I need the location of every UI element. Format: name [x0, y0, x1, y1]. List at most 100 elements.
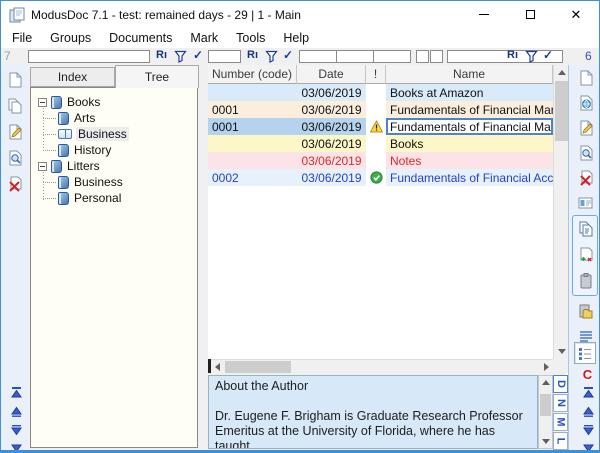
memo-panel[interactable]: About the Author Dr. Eugene F. Brigham i… — [208, 375, 538, 449]
apply-filter-icon[interactable]: ✓ — [283, 48, 293, 62]
detail-view-button[interactable] — [574, 342, 596, 364]
table-row[interactable]: 03/06/2019 Books — [208, 135, 553, 152]
column-header-name[interactable]: Name — [386, 65, 553, 84]
cell-name-editing[interactable]: Fundamentals of Financial Mana — [386, 118, 553, 135]
date-filter-month-input[interactable] — [336, 50, 374, 63]
paste-button[interactable] — [575, 301, 596, 322]
memo-tab-l[interactable]: L — [553, 432, 568, 450]
card-view-button[interactable] — [575, 192, 596, 213]
new-record-button[interactable] — [575, 67, 596, 88]
cut-record-button[interactable] — [575, 244, 596, 265]
collapse-icon[interactable] — [38, 98, 47, 107]
splitter-grip[interactable] — [208, 359, 211, 373]
column-header-date[interactable]: Date — [297, 65, 366, 84]
menu-documents[interactable]: Documents — [100, 29, 181, 47]
record-filter-button-3[interactable]: Rı — [507, 49, 518, 61]
cell-number[interactable]: 0001 — [208, 101, 297, 118]
table-hscrollbar[interactable] — [208, 359, 553, 373]
copy-record-button[interactable] — [575, 218, 596, 239]
tree-item-business-selected[interactable]: Business — [31, 126, 197, 142]
table-row-selected[interactable]: 0001 03/06/2019 Fundamentals of Financia… — [208, 118, 553, 135]
vscroll-thumb[interactable] — [540, 394, 551, 416]
tree-item-arts[interactable]: Arts — [31, 110, 197, 126]
menu-mark[interactable]: Mark — [181, 29, 227, 47]
apply-filter-icon[interactable]: ✓ — [543, 48, 553, 62]
cell-name[interactable]: Books at Amazon — [386, 84, 553, 101]
memo-tab-m[interactable]: M — [553, 413, 568, 431]
hscroll-thumb[interactable] — [225, 361, 291, 373]
tree-filter-input[interactable] — [28, 50, 150, 63]
cell-date[interactable]: 03/06/2019 — [297, 135, 366, 152]
vscroll-thumb[interactable] — [555, 81, 568, 141]
scroll-down-button[interactable] — [539, 435, 552, 448]
funnel-icon[interactable] — [265, 50, 278, 63]
funnel-icon[interactable] — [525, 50, 538, 63]
date-filter-year-input[interactable] — [373, 50, 411, 63]
cell-number[interactable]: 0001 — [208, 118, 297, 135]
scroll-right-button[interactable] — [540, 360, 553, 374]
table-row[interactable]: 0002 03/06/2019 Fundamentals of Financia… — [208, 169, 553, 186]
tree-item-personal[interactable]: Personal — [31, 190, 197, 206]
scroll-left-button[interactable] — [211, 360, 224, 374]
cell-date[interactable]: 03/06/2019 — [297, 152, 366, 169]
table-row[interactable]: 03/06/2019 Books at Amazon — [208, 84, 553, 101]
cell-number[interactable] — [208, 84, 297, 101]
cell-mark[interactable] — [366, 118, 386, 135]
tree-item-business-2[interactable]: Business — [31, 174, 197, 190]
copy-document-button[interactable] — [4, 95, 25, 116]
mark-filter-input-1[interactable] — [416, 50, 429, 63]
tab-tree[interactable]: Tree — [115, 65, 199, 88]
cell-number[interactable] — [208, 152, 297, 169]
new-link-button[interactable] — [575, 92, 596, 113]
previous-record-button[interactable] — [6, 401, 27, 422]
table-row[interactable]: 03/06/2019 Notes — [208, 152, 553, 169]
scroll-down-button[interactable] — [554, 344, 569, 359]
tab-index[interactable]: Index — [30, 67, 115, 87]
number-filter-input[interactable] — [208, 50, 241, 63]
cell-name[interactable]: Notes — [386, 152, 553, 169]
menu-groups[interactable]: Groups — [41, 29, 100, 47]
table-row[interactable]: 0001 03/06/2019 Fundamentals of Financia… — [208, 101, 553, 118]
cell-number[interactable]: 0002 — [208, 169, 297, 186]
cell-name[interactable]: Fundamentals of Financial Manag — [386, 101, 553, 118]
maximize-button[interactable] — [507, 1, 553, 28]
view-record-button[interactable] — [575, 142, 596, 163]
delete-button[interactable] — [4, 173, 25, 194]
mark-filter-input-2[interactable] — [430, 50, 443, 63]
apply-filter-icon[interactable]: ✓ — [193, 48, 203, 62]
tree-item-history[interactable]: History — [31, 142, 197, 158]
date-filter-day-input[interactable] — [299, 50, 337, 63]
first-record-button[interactable] — [6, 382, 27, 403]
cell-mark[interactable] — [366, 169, 386, 186]
record-filter-button-2[interactable]: Rı — [247, 49, 258, 61]
delete-record-button[interactable] — [575, 167, 596, 188]
record-filter-button[interactable]: Rı — [156, 49, 167, 61]
cell-date[interactable]: 03/06/2019 — [297, 169, 366, 186]
edit-button[interactable] — [4, 121, 25, 142]
edit-record-button[interactable] — [575, 117, 596, 138]
preview-button[interactable] — [4, 147, 25, 168]
cell-date[interactable]: 03/06/2019 — [297, 101, 366, 118]
scroll-up-button[interactable] — [554, 65, 569, 80]
first-record-button[interactable] — [578, 382, 599, 403]
next-record-button[interactable] — [578, 420, 599, 441]
collapse-icon[interactable] — [38, 162, 47, 171]
tree-item-books[interactable]: Books — [31, 94, 197, 110]
clipboard-button[interactable] — [575, 270, 596, 291]
close-button[interactable]: ✕ — [553, 1, 599, 28]
memo-tab-d[interactable]: D — [553, 375, 568, 393]
cell-number[interactable] — [208, 135, 297, 152]
menu-tools[interactable]: Tools — [227, 29, 274, 47]
memo-vscrollbar[interactable] — [538, 375, 553, 449]
memo-tab-n[interactable]: N — [553, 394, 568, 412]
table-vscrollbar[interactable] — [553, 65, 568, 359]
menu-file[interactable]: File — [3, 29, 41, 47]
cell-mark[interactable] — [366, 135, 386, 152]
tree-item-litters[interactable]: Litters — [31, 158, 197, 174]
new-document-button[interactable] — [4, 69, 25, 90]
cell-name[interactable]: Fundamentals of Financial Accou — [386, 169, 553, 186]
cell-mark[interactable] — [366, 101, 386, 118]
previous-record-button[interactable] — [578, 401, 599, 422]
next-record-button[interactable] — [6, 420, 27, 441]
cell-date[interactable]: 03/06/2019 — [297, 118, 366, 135]
